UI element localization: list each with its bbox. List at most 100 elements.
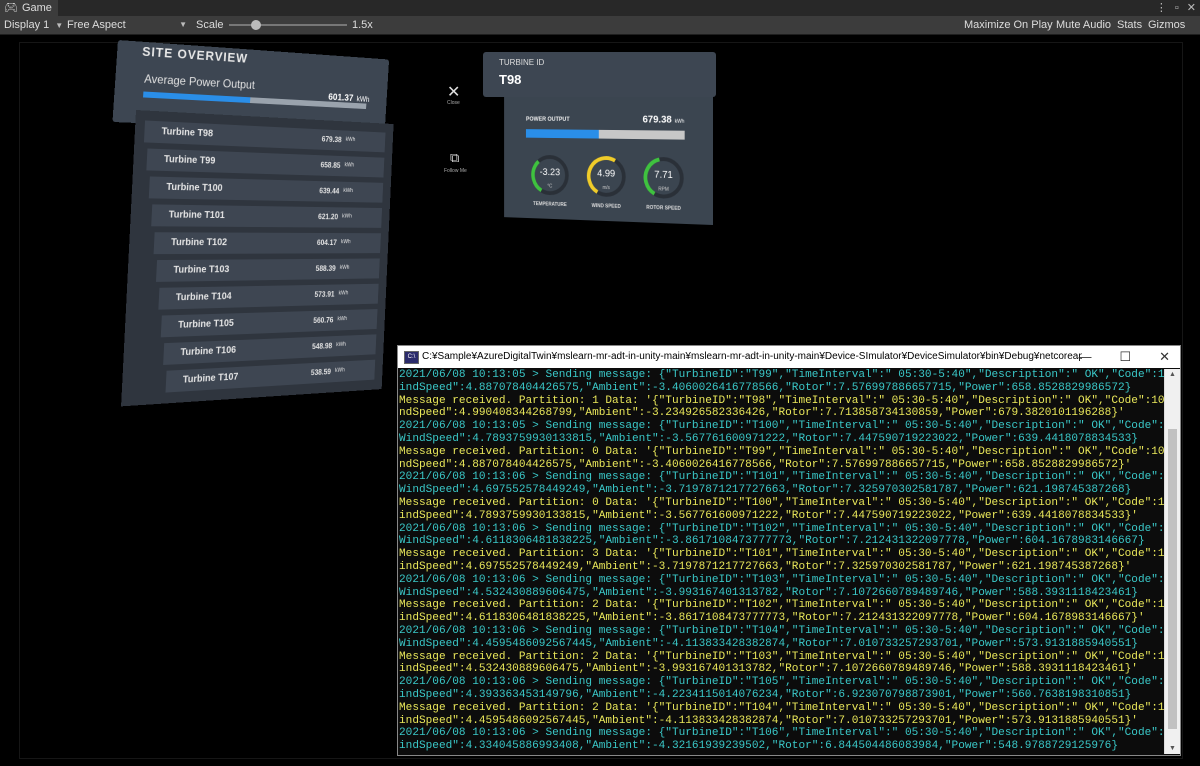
console-window: C:\ C:¥Sample¥AzureDigitalTwin¥mslearn-m… bbox=[397, 345, 1181, 756]
scale-value: 1.5x bbox=[352, 19, 373, 31]
console-line-received: Message received. Partition: 2 Data: '{"… bbox=[399, 701, 1164, 714]
turbine-list-item[interactable]: Turbine T107 538.59 kWh bbox=[165, 359, 376, 393]
turbine-power-unit: kWh bbox=[334, 367, 345, 374]
turbine-power-unit: kWh bbox=[337, 316, 348, 323]
turbine-list-item[interactable]: Turbine T98 679.38 kWh bbox=[143, 120, 386, 153]
console-line-sent: 2021/06/08 10:13:06 > Sending message: {… bbox=[399, 522, 1164, 535]
turbine-list-item[interactable]: Turbine T104 573.91 kWh bbox=[158, 283, 379, 310]
power-output-value: 679.38 kWh bbox=[642, 114, 685, 126]
console-line-received: Message received. Partition: 3 Data: '{"… bbox=[399, 548, 1164, 561]
turbine-power: 621.20 bbox=[317, 212, 339, 222]
gauge-label: WIND SPEED bbox=[591, 203, 621, 210]
gauge: 7.71 RPM bbox=[643, 156, 685, 200]
console-title-bar: C:\ C:¥Sample¥AzureDigitalTwin¥mslearn-m… bbox=[398, 346, 1180, 368]
close-tab-icon[interactable]: ✕ bbox=[1187, 0, 1196, 16]
power-output-label: POWER OUTPUT bbox=[525, 116, 570, 123]
turbine-power: 573.91 bbox=[314, 290, 335, 299]
console-line-sent: 2021/06/08 10:13:06 > Sending message: {… bbox=[399, 471, 1164, 484]
tab-game-label: Game bbox=[21, 2, 52, 14]
console-line-received: ndSpeed":4.990408344268799,"Ambient":-3.… bbox=[399, 407, 1125, 420]
turbine-list-item[interactable]: Turbine T102 604.17 kWh bbox=[153, 232, 381, 255]
more-menu-icon[interactable]: ⋮ bbox=[1156, 0, 1167, 16]
scroll-down-icon[interactable]: ▼ bbox=[1165, 745, 1180, 752]
gauge-unit: RPM bbox=[658, 186, 669, 193]
turbine-list-item[interactable]: Turbine T105 560.76 kWh bbox=[160, 309, 378, 338]
console-line-received: Message received. Partition: 2 Data: '{"… bbox=[399, 599, 1164, 612]
console-line-sent: WindSpeed":4.532430889606475,"Ambient":-… bbox=[399, 586, 1138, 599]
mute-audio-button[interactable]: Mute Audio bbox=[1051, 16, 1116, 34]
average-power-label: Average Power Output bbox=[143, 71, 256, 92]
console-title: C:¥Sample¥AzureDigitalTwin¥mslearn-mr-ad… bbox=[422, 351, 1082, 362]
console-line-sent: 2021/06/08 10:13:06 > Sending message: {… bbox=[399, 624, 1164, 637]
turbine-power: 604.17 bbox=[316, 238, 338, 247]
turbine-id-label: TURBINE ID bbox=[499, 58, 545, 67]
scroll-up-icon[interactable]: ▲ bbox=[1165, 371, 1180, 378]
tile-icon-label: Follow Me bbox=[444, 168, 467, 174]
console-line-sent: WindSpeed":4.4595486092567445,"Ambient":… bbox=[399, 637, 1138, 650]
game-toolbar: Display 1 ▼ Free Aspect ▼ Scale 1.5x Maxim… bbox=[0, 16, 1200, 35]
maximize-on-play-button[interactable]: Maximize On Play bbox=[959, 16, 1058, 34]
maximize-icon[interactable]: ☐ bbox=[1119, 346, 1131, 368]
console-line-sent: WindSpeed":4.697552578449249,"Ambient":-… bbox=[399, 484, 1132, 497]
editor-tab-bar: 🎮︎ Game ⋮ ▫ ✕ bbox=[0, 0, 1200, 16]
turbine-id-value: T98 bbox=[499, 72, 522, 87]
console-line-received: indSpeed":4.6118306481838225,"Ambient":-… bbox=[399, 612, 1145, 625]
console-line-sent: indSpeed":4.334045886993408,"Ambient":-4… bbox=[399, 740, 1118, 753]
console-line-sent: WindSpeed":4.7893759930133815,"Ambient":… bbox=[399, 432, 1138, 445]
scale-slider-track[interactable] bbox=[229, 24, 347, 26]
gizmos-button[interactable]: Gizmos bbox=[1143, 16, 1190, 34]
turbine-power-unit: kWh bbox=[338, 290, 349, 297]
turbine-name: Turbine T106 bbox=[180, 344, 237, 359]
turbine-name: Turbine T104 bbox=[175, 291, 232, 304]
close-icon[interactable]: ✕ bbox=[447, 82, 460, 102]
console-output[interactable]: 2021/06/08 10:13:05 > Sending message: {… bbox=[399, 369, 1164, 754]
tile-icon[interactable]: ⧉ bbox=[450, 150, 459, 166]
turbine-power: 548.98 bbox=[311, 341, 333, 351]
turbine-power: 679.38 bbox=[321, 134, 342, 145]
display-label: Display 1 bbox=[4, 19, 50, 31]
turbine-name: Turbine T107 bbox=[182, 371, 239, 386]
gauge-value: 7.71 bbox=[654, 169, 673, 181]
gauge-value: 4.99 bbox=[597, 168, 616, 180]
console-line-received: Message received. Partition: 0 Data: '{"… bbox=[399, 496, 1164, 509]
tab-game[interactable]: 🎮︎ Game bbox=[0, 0, 58, 16]
console-line-received: indSpeed":4.697552578449249,"Ambient":-3… bbox=[399, 560, 1132, 573]
console-line-received: Message received. Partition: 0 Data: '{"… bbox=[399, 445, 1164, 458]
display-dropdown[interactable]: Display 1 ▼ bbox=[4, 16, 63, 35]
console-line-sent: 2021/06/08 10:13:06 > Sending message: {… bbox=[399, 573, 1164, 586]
turbine-list-item[interactable]: Turbine T103 588.39 kWh bbox=[155, 258, 380, 282]
console-line-sent: 2021/06/08 10:13:06 > Sending message: {… bbox=[399, 676, 1164, 689]
console-scrollbar[interactable]: ▲ ▼ bbox=[1164, 369, 1180, 754]
turbine-power: 538.59 bbox=[310, 367, 332, 378]
minimize-icon[interactable]: — bbox=[1078, 346, 1091, 368]
turbine-list: Turbine T98 679.38 kWh Turbine T99 658.85 kWh… bbox=[121, 110, 394, 407]
gauge-label: TEMPERATURE bbox=[533, 201, 567, 209]
turbine-name: Turbine T99 bbox=[163, 154, 216, 167]
turbine-list-item[interactable]: Turbine T99 658.85 kWh bbox=[146, 148, 385, 178]
turbine-name: Turbine T103 bbox=[173, 264, 230, 276]
turbine-power: 639.44 bbox=[319, 186, 340, 196]
console-line-sent: 2021/06/08 10:13:05 > Sending message: {… bbox=[399, 420, 1164, 433]
scale-slider-handle[interactable] bbox=[251, 20, 261, 30]
restore-icon[interactable]: ▫ bbox=[1175, 0, 1179, 16]
turbine-list-item[interactable]: Turbine T100 639.44 kWh bbox=[148, 176, 384, 203]
chevron-down-icon: ▼ bbox=[55, 21, 64, 30]
turbine-power: 658.85 bbox=[320, 160, 341, 170]
turbine-power-unit: kWh bbox=[336, 342, 347, 348]
aspect-dropdown[interactable]: Free Aspect ▼ bbox=[67, 16, 187, 34]
gauge-value: -3.23 bbox=[539, 167, 561, 179]
console-line-sent: indSpeed":4.393363453149796,"Ambient":-4… bbox=[399, 688, 1132, 701]
close-window-icon[interactable]: ✕ bbox=[1159, 346, 1170, 368]
turbine-power: 560.76 bbox=[313, 315, 334, 325]
console-line-sent: indSpeed":4.887078404426575,"Ambient":-3… bbox=[399, 381, 1132, 394]
console-line-received: indSpeed":4.532430889606475,"Ambient":-3… bbox=[399, 663, 1138, 676]
console-line-received: Message received. Partition: 1 Data: '{"… bbox=[399, 394, 1164, 407]
scale-label: Scale bbox=[196, 19, 224, 31]
average-power-bar-fill bbox=[143, 91, 251, 104]
gauge-label: ROTOR SPEED bbox=[646, 204, 681, 212]
turbine-power-unit: kWh bbox=[340, 239, 351, 246]
stats-button[interactable]: Stats bbox=[1112, 16, 1147, 34]
console-line-received: indSpeed":4.7893759930133815,"Ambient":-… bbox=[399, 509, 1138, 522]
turbine-list-item[interactable]: Turbine T101 621.20 kWh bbox=[151, 204, 383, 228]
scrollbar-thumb[interactable] bbox=[1168, 429, 1177, 729]
